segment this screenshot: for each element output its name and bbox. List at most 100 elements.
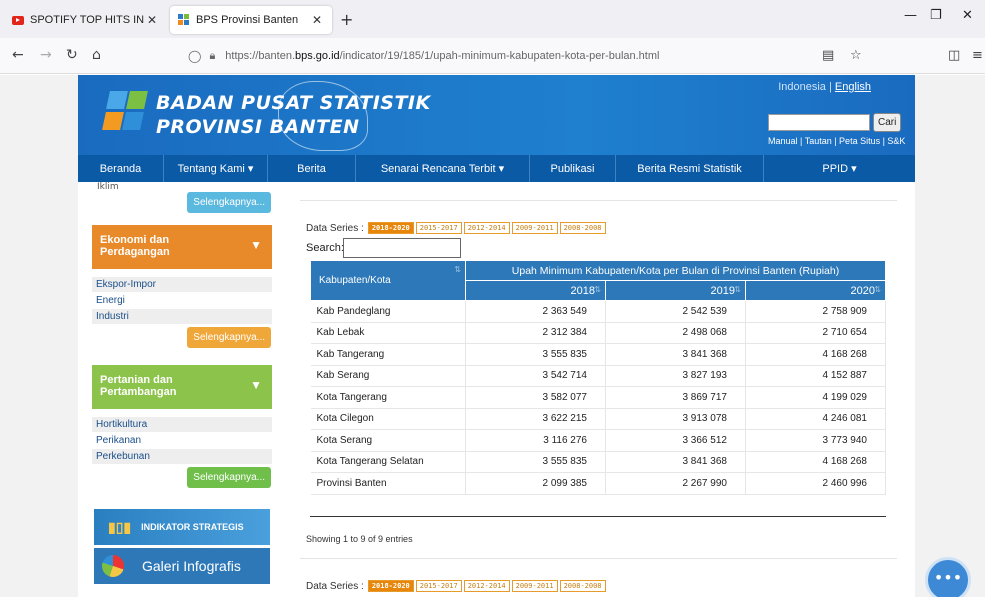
- sidebar-item-ekspor-impor[interactable]: Ekspor-Impor: [92, 277, 272, 292]
- reload-icon[interactable]: ↻: [66, 47, 78, 63]
- menu-publikasi[interactable]: Publikasi: [530, 155, 616, 182]
- back-icon[interactable]: ←: [12, 47, 24, 63]
- table-bottom-border: [310, 516, 886, 517]
- table-info: Showing 1 to 9 of 9 entries: [306, 534, 413, 544]
- menu-berita[interactable]: Berita: [268, 155, 356, 182]
- divider: [300, 200, 897, 201]
- menu-senarai-rencana-terbit[interactable]: Senarai Rencana Terbit ▾: [356, 155, 530, 182]
- tab-label: SPOTIFY TOP HITS INDONESIA 2: [30, 14, 145, 26]
- sort-icon: ⇅: [454, 265, 461, 274]
- main-content: Data Series : 2018-2020 2015-2017 2012-2…: [290, 182, 910, 597]
- sidebar-item-energi[interactable]: Energi: [92, 293, 272, 308]
- pie-chart-icon: [102, 555, 124, 577]
- tab-label: BPS Provinsi Banten: [196, 14, 299, 26]
- close-icon[interactable]: ✕: [145, 13, 159, 27]
- pocket-icon[interactable]: ◫: [948, 48, 960, 63]
- table-row: Kab Serang 3 542 714 3 827 193 4 152 887: [310, 365, 887, 387]
- browser-nav-bar: ← → ↻ ⌂ ◯ 🔒︎ https://banten.bps.go.id/in…: [0, 38, 985, 74]
- series-option[interactable]: 2015-2017: [415, 222, 462, 234]
- indikator-strategis-banner[interactable]: ▮▯▮ INDIKATOR STRATEGIS: [94, 509, 270, 545]
- category-pertanian[interactable]: Pertanian dan Pertambangan ▼: [92, 365, 272, 409]
- sidebar-item-perikanan[interactable]: Perikanan: [92, 433, 272, 448]
- site-name: BADAN PUSAT STATISTIK PROVINSI BANTEN: [156, 92, 431, 138]
- table-row: Kota Tangerang 3 582 077 3 869 717 4 199 02…: [310, 386, 887, 409]
- restore-icon[interactable]: ❐: [930, 8, 942, 23]
- site-search-input[interactable]: [768, 114, 870, 131]
- tab-bps[interactable]: BPS Provinsi Banten ✕: [170, 6, 332, 34]
- divider: [300, 558, 897, 559]
- more-button[interactable]: Selengkapnya...: [187, 192, 271, 213]
- header-links[interactable]: Manual | Tautan | Peta Situs | S&K: [768, 136, 905, 146]
- column-header-2020[interactable]: 2020 ⇅: [744, 280, 887, 301]
- table-search-label: Search:: [306, 242, 344, 254]
- browser-tab-bar: SPOTIFY TOP HITS INDONESIA 2 ✕ BPS Provi…: [0, 0, 985, 38]
- sort-icon: ⇅: [594, 285, 601, 294]
- search-button[interactable]: Cari: [873, 113, 902, 132]
- sidebar: Iklim Selengkapnya... Ekonomi dan Perdag…: [92, 182, 272, 597]
- sidebar-item-industri[interactable]: Industri: [92, 309, 272, 324]
- sidebar-item-iklim[interactable]: Iklim: [97, 182, 119, 192]
- series-option[interactable]: 2018-2020: [367, 580, 414, 592]
- url-text: https://banten.bps.go.id/indicator/19/18…: [225, 50, 660, 62]
- column-header-2019[interactable]: 2019 ⇅: [604, 280, 746, 301]
- column-header-2018[interactable]: 2018 ⇅: [465, 280, 606, 301]
- menu-beranda[interactable]: Beranda: [78, 155, 164, 182]
- more-button[interactable]: Selengkapnya...: [187, 467, 271, 488]
- menu-berita-resmi-statistik[interactable]: Berita Resmi Statistik: [616, 155, 764, 182]
- table-row: Kab Tangerang 3 555 835 3 841 368 4 168 268: [310, 343, 887, 366]
- sidebar-item-perkebunan[interactable]: Perkebunan: [92, 449, 272, 464]
- bps-logo[interactable]: [100, 85, 156, 143]
- series-option[interactable]: 2012-2014: [463, 580, 510, 592]
- lang-english[interactable]: English: [835, 81, 871, 93]
- window-close-icon[interactable]: ✕: [962, 8, 973, 23]
- menu-tentang-kami[interactable]: Tentang Kami ▾: [164, 155, 268, 182]
- table-row: Provinsi Banten 2 099 385 2 267 990 2 460 9…: [310, 472, 887, 495]
- main-menu: Beranda Tentang Kami ▾ Berita Senarai Re…: [78, 155, 915, 182]
- site-container: BADAN PUSAT STATISTIK PROVINSI BANTEN In…: [78, 75, 915, 597]
- data-series-selector: Data Series : 2018-2020 2015-2017 2012-2…: [306, 222, 606, 234]
- group-header: Upah Minimum Kabupaten/Kota per Bulan di…: [465, 260, 886, 281]
- tab-spotify[interactable]: SPOTIFY TOP HITS INDONESIA 2 ✕: [4, 6, 167, 34]
- home-icon[interactable]: ⌂: [92, 47, 101, 63]
- series-option[interactable]: 2009-2011: [511, 222, 558, 234]
- close-icon[interactable]: ✕: [310, 13, 324, 27]
- sort-icon: ⇅: [874, 285, 881, 294]
- more-button[interactable]: Selengkapnya...: [187, 327, 271, 348]
- table-row: Kota Tangerang Selatan 3 555 835 3 841 368…: [310, 451, 887, 473]
- bookmark-star-icon[interactable]: ☆: [850, 48, 862, 63]
- new-tab-icon[interactable]: +: [340, 10, 353, 29]
- menu-icon[interactable]: ≡: [972, 48, 983, 63]
- series-option[interactable]: 2008-2008: [559, 222, 606, 234]
- lang-indonesia[interactable]: Indonesia: [778, 81, 826, 93]
- caret-down-icon: ▼: [250, 238, 262, 252]
- series-option[interactable]: 2008-2008: [559, 580, 606, 592]
- chat-bubble-icon[interactable]: •••: [925, 557, 971, 597]
- menu-ppid[interactable]: PPID ▾: [764, 155, 915, 182]
- youtube-icon: [12, 15, 24, 25]
- table-row: Kota Cilegon 3 622 215 3 913 078 4 246 081: [310, 408, 887, 430]
- series-option[interactable]: 2018-2020: [367, 222, 414, 234]
- forward-icon[interactable]: →: [40, 47, 52, 63]
- address-bar[interactable]: ◯ 🔒︎ https://banten.bps.go.id/indicator/…: [188, 42, 878, 70]
- table-row: Kota Serang 3 116 276 3 366 512 3 773 940: [310, 429, 887, 452]
- data-series-selector-bottom: Data Series : 2018-2020 2015-2017 2012-2…: [306, 580, 606, 592]
- site-header: BADAN PUSAT STATISTIK PROVINSI BANTEN In…: [78, 75, 915, 155]
- series-option[interactable]: 2009-2011: [511, 580, 558, 592]
- series-option[interactable]: 2015-2017: [415, 580, 462, 592]
- bps-favicon-icon: [178, 14, 190, 26]
- caret-down-icon: ▼: [250, 378, 262, 392]
- sidebar-item-hortikultura[interactable]: Hortikultura: [92, 417, 272, 432]
- minimize-icon[interactable]: —: [904, 8, 917, 23]
- column-header-kabupaten[interactable]: Kabupaten/Kota ⇅: [310, 260, 466, 301]
- language-switch: Indonesia | English: [778, 81, 871, 93]
- series-option[interactable]: 2012-2014: [463, 222, 510, 234]
- table-search-input[interactable]: [343, 238, 461, 258]
- bar-chart-icon: ▮▯▮: [108, 518, 132, 535]
- reader-view-icon[interactable]: ▤: [822, 48, 834, 63]
- category-ekonomi[interactable]: Ekonomi dan Perdagangan ▼: [92, 225, 272, 269]
- sort-icon: ⇅: [734, 285, 741, 294]
- umk-table: Kabupaten/Kota ⇅ Upah Minimum Kabupaten/K…: [310, 260, 887, 495]
- table-row: Kab Pandeglang 2 363 549 2 542 539 2 758 90…: [310, 300, 887, 323]
- table-row: Kab Lebak 2 312 384 2 498 068 2 710 654: [310, 322, 887, 344]
- galeri-infografis-banner[interactable]: Galeri Infografis: [94, 548, 270, 584]
